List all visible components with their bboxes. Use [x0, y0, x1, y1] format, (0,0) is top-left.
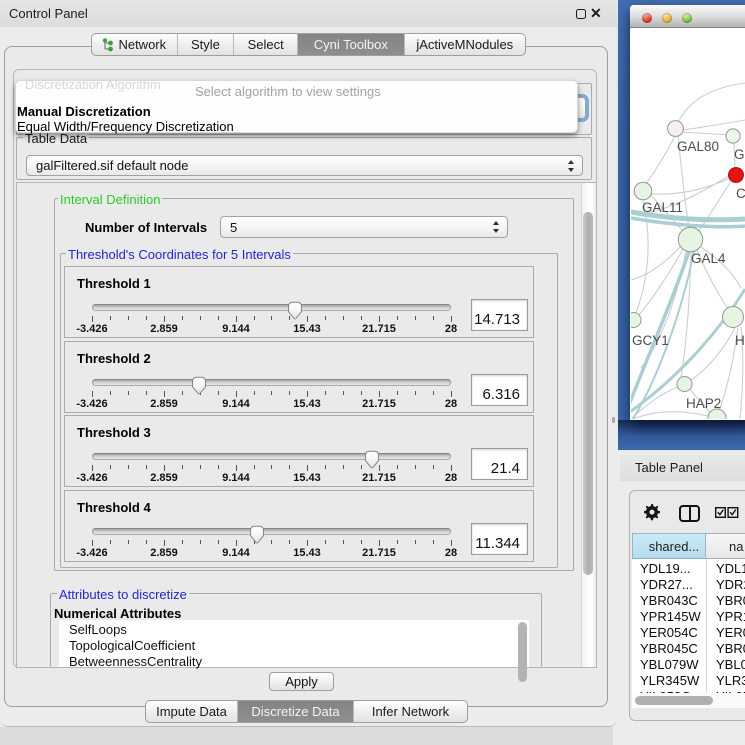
- svg-text:GAL80: GAL80: [677, 139, 719, 154]
- svg-text:GCY1: GCY1: [632, 333, 669, 348]
- svg-text:GAL11: GAL11: [642, 200, 683, 215]
- svg-text:H: H: [735, 333, 745, 348]
- svg-text:G: G: [734, 147, 745, 162]
- svg-text:C: C: [736, 186, 745, 201]
- svg-text:HAP2: HAP2: [686, 396, 721, 411]
- svg-text:GAL4: GAL4: [691, 251, 726, 266]
